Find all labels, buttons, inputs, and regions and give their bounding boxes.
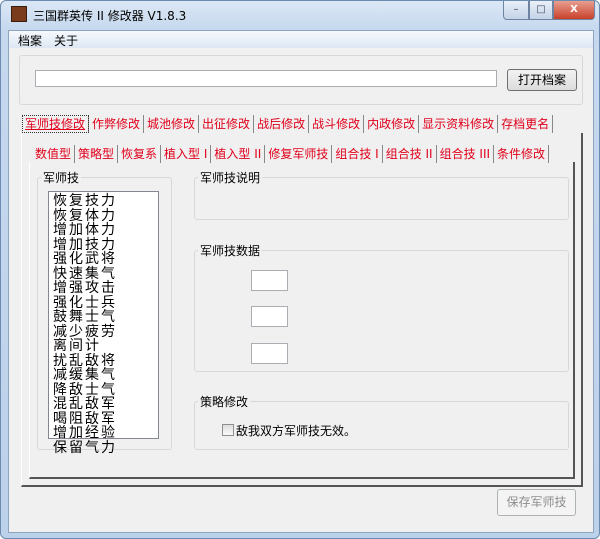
subtab-repair[interactable]: 修复军师技 [265,145,333,163]
skill-list-item[interactable]: 增加体力 [53,223,158,238]
skills-listbox[interactable]: 恢复技力 恢复体力 增加体力 增加技力 强化武将 快速集气 增强攻击 强化士兵 鼓舞士气 减少疲劳… [48,191,159,455]
tab-post-battle[interactable]: 战后修改 [254,115,310,133]
window-title: 三国群英传 II 修改器 V1.8.3 [33,9,187,23]
open-file-button[interactable]: 打开档案 [507,69,577,91]
skill-list-item[interactable]: 混乱敌军 [53,397,158,412]
skill-list-item[interactable]: 扰乱敌将 [53,353,158,369]
skill-list-item[interactable]: 增加经验 [53,426,158,441]
minimize-button[interactable]: – [503,1,529,20]
skill-list-item[interactable]: 喝阻敌军 [53,411,158,427]
maximize-button[interactable]: □ [529,1,553,20]
subtab-implant-2[interactable]: 植入型 II [211,145,266,163]
subtab-combo-3[interactable]: 组合技 III [437,145,495,163]
skill-list-item[interactable]: 保留气力 [53,440,158,456]
file-path-input[interactable] [35,70,497,87]
tab-advisor-skills[interactable]: 军师技修改 [22,115,90,133]
close-button[interactable]: X [553,1,595,20]
tab-domestic[interactable]: 内政修改 [364,115,420,133]
subtab-combo-1[interactable]: 组合技 I [332,145,383,163]
save-skills-button[interactable]: 保存军师技 [497,489,576,516]
skill-list-item[interactable]: 强化士兵 [53,295,158,311]
subtab-combo-2[interactable]: 组合技 II [383,145,437,163]
menu-file[interactable]: 档案 [18,32,42,49]
tab-city[interactable]: 城池修改 [144,115,200,133]
menu-about[interactable]: 关于 [54,32,78,49]
skill-list-item[interactable]: 强化武将 [53,252,158,267]
skill-list-item[interactable]: 增加技力 [53,237,158,253]
skill-list-item[interactable]: 恢复技力 [53,194,158,209]
strategy-group-label: 策略修改 [198,393,251,410]
skill-list-item[interactable]: 鼓舞士气 [53,310,158,325]
subtab-recovery[interactable]: 恢复系 [118,145,162,163]
subtab-strategy[interactable]: 策略型 [75,145,119,163]
tab-rename-save[interactable]: 存档更名 [498,115,554,133]
skill-list-item[interactable]: 降敌士气 [53,382,158,398]
skill-value-3-input[interactable] [251,343,288,364]
skill-list-item[interactable]: 离间计 [53,339,158,354]
tab-battle[interactable]: 战斗修改 [309,115,365,133]
skill-list-item[interactable]: 快速集气 [53,266,158,282]
subtab-conditions[interactable]: 条件修改 [494,145,550,163]
tab-display-data[interactable]: 显示资料修改 [419,115,499,133]
skill-value-1-input[interactable] [251,270,288,291]
description-group-label: 军师技说明 [198,169,263,186]
skill-list-item[interactable]: 增强攻击 [53,281,158,296]
disable-skills-checkbox[interactable] [222,424,234,436]
app-icon [11,6,27,22]
tab-cheat[interactable]: 作弊修改 [89,115,145,133]
subtab-implant-1[interactable]: 植入型 I [161,145,212,163]
skills-group-label: 军师技 [41,169,82,186]
app-window: 三国群英传 II 修改器 V1.8.3 – □ X 档案 关于 打开档案 军师技… [0,0,600,539]
data-group-label: 军师技数据 [198,242,263,259]
skill-value-2-input[interactable] [251,306,288,327]
main-tab-bar: 军师技修改 作弊修改 城池修改 出征修改 战后修改 战斗修改 内政修改 显示资料… [22,115,554,133]
subtab-numeric[interactable]: 数值型 [32,145,76,163]
tab-expedition[interactable]: 出征修改 [199,115,255,133]
disable-skills-label[interactable]: 敌我双方军师技无效。 [236,422,356,439]
menu-bar: 档案 关于 [9,31,593,48]
sub-tab-bar: 数值型 策略型 恢复系 植入型 I 植入型 II 修复军师技 组合技 I 组合技… [32,145,550,163]
skill-list-item[interactable]: 减少疲劳 [53,324,158,340]
skill-list-item[interactable]: 减缓集气 [53,368,158,383]
skill-list-item[interactable]: 恢复体力 [53,208,158,224]
